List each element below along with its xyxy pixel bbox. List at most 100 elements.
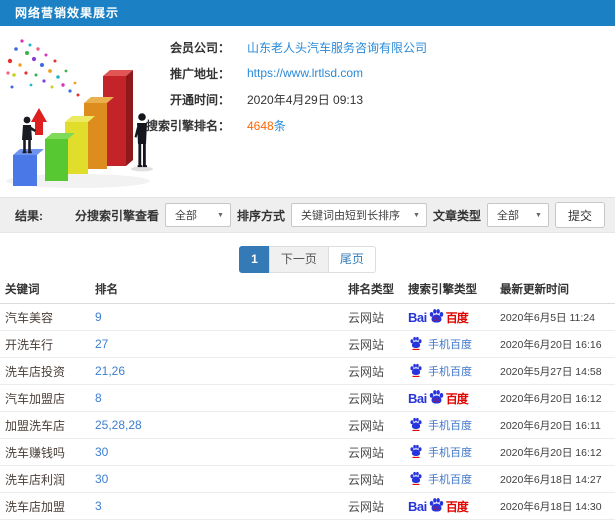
keyword-text: 洗车店投资 <box>5 364 66 379</box>
rank-type-text: 云网站 <box>348 499 385 514</box>
promo-url-link[interactable]: https://www.lrtlsd.com <box>247 66 363 80</box>
baidu-paw-icon <box>410 471 422 485</box>
table-row: 汽车加盟店 8 云网站 Bai du 百度 2020年6月20日 16:12 <box>0 385 615 412</box>
keyword-text: 开洗车行 <box>5 337 54 352</box>
keyword-text: 汽车美容 <box>5 310 54 325</box>
engine-rank-value: 4648条 <box>247 117 286 134</box>
results-table: 关键词 排名 排名类型 搜索引擎类型 最新更新时间 汽车美容 9 云网站 Bai du 百… <box>0 274 615 520</box>
baidu-mobile-label: 手机百度 <box>428 339 472 351</box>
filter-bar: 结果: 分搜索引擎查看 全部 ▼ 排序方式 关键词由短到长排序 ▼ 文章类型 全… <box>0 197 615 233</box>
updated-time-text: 2020年6月18日 14:30 <box>500 500 602 513</box>
table-row: 洗车店加盟 3 云网站 Bai du 百度 2020年6月18日 14:30 <box>0 493 615 520</box>
rank-link[interactable]: 3 <box>95 499 348 513</box>
baidu-logo-cn: 百度 <box>445 499 469 514</box>
member-company-link[interactable]: 山东老人头汽车服务咨询有限公司 <box>247 39 427 56</box>
open-time-value: 2020年4月29日 09:13 <box>247 92 364 107</box>
article-type-select[interactable]: 全部 ▼ <box>486 203 549 227</box>
baidu-mobile-logo: 手机百度 <box>408 336 500 352</box>
rank-link[interactable]: 27 <box>95 337 348 351</box>
baidu-paw-icon: du <box>429 497 443 511</box>
company-info: 会员公司： 山东老人头汽车服务咨询有限公司 推广地址： https://www.… <box>0 34 615 138</box>
updated-time-text: 2020年5月27日 14:58 <box>500 365 602 378</box>
header-bar: 网络营销效果展示 <box>0 0 615 26</box>
header-rank: 排名 <box>95 283 118 296</box>
header-updated: 最新更新时间 <box>500 283 569 296</box>
baidu-paw-icon: du <box>429 308 443 322</box>
table-row: 加盟洗车店 25,28,28 云网站 手机百度 2020年6月20日 16:11 <box>0 412 615 439</box>
rank-type-text: 云网站 <box>348 364 385 379</box>
table-row: 洗车店利润 30 云网站 手机百度 2020年6月18日 14:27 <box>0 466 615 493</box>
baidu-paw-icon <box>410 417 422 431</box>
engine-view-selected-value: 全部 <box>174 210 197 222</box>
next-page-button[interactable]: 下一页 <box>268 246 329 273</box>
rank-link[interactable]: 30 <box>95 445 348 459</box>
baidu-logo: Bai du 百度 <box>408 389 500 407</box>
rank-type-text: 云网站 <box>348 418 385 433</box>
table-row: 洗车赚钱吗 30 云网站 手机百度 2020年6月20日 16:12 <box>0 439 615 466</box>
sort-mode-selected-value: 关键词由短到长排序 <box>300 210 400 222</box>
baidu-logo-latin: Bai <box>408 309 427 325</box>
chevron-down-icon: ▼ <box>217 211 224 219</box>
baidu-mobile-logo: 手机百度 <box>408 444 500 460</box>
svg-text:du: du <box>433 397 441 403</box>
baidu-mobile-logo: 手机百度 <box>408 363 500 379</box>
rank-link[interactable]: 8 <box>95 391 348 405</box>
engine-view-select[interactable]: 全部 ▼ <box>164 203 231 227</box>
submit-button[interactable]: 提交 <box>554 202 605 228</box>
baidu-paw-icon <box>410 444 422 458</box>
keyword-text: 洗车店加盟 <box>5 499 66 514</box>
rank-link[interactable]: 30 <box>95 472 348 486</box>
engine-rank-label: 搜索引擎排名： <box>145 118 230 133</box>
sort-mode-label: 排序方式 <box>236 208 285 223</box>
rank-type-text: 云网站 <box>348 391 385 406</box>
svg-text:du: du <box>433 505 441 511</box>
baidu-mobile-label: 手机百度 <box>428 366 472 378</box>
rank-type-text: 云网站 <box>348 337 385 352</box>
filter-controls: 分搜索引擎查看 全部 ▼ 排序方式 关键词由短到长排序 ▼ 文章类型 全部 ▼ … <box>75 202 605 228</box>
baidu-paw-icon: du <box>429 389 443 403</box>
article-type-label: 文章类型 <box>432 208 481 223</box>
baidu-logo: Bai du 百度 <box>408 308 500 326</box>
rank-count-number: 4648 <box>247 118 274 133</box>
updated-time-text: 2020年6月20日 16:11 <box>500 419 601 432</box>
baidu-logo-latin: Bai <box>408 390 427 406</box>
baidu-logo-latin: Bai <box>408 498 427 514</box>
updated-time-text: 2020年6月20日 16:12 <box>500 392 602 405</box>
header-engine-type: 搜索引擎类型 <box>408 283 477 296</box>
rank-link[interactable]: 9 <box>95 310 348 324</box>
table-row: 洗车店投资 21,26 云网站 手机百度 2020年5月27日 14:58 <box>0 358 615 385</box>
page-button-current[interactable]: 1 <box>239 246 270 273</box>
baidu-mobile-label: 手机百度 <box>428 420 472 432</box>
info-row-rank-count: 搜索引擎排名： 4648条 <box>0 112 615 138</box>
updated-time-text: 2020年6月20日 16:12 <box>500 446 602 459</box>
rank-link[interactable]: 21,26 <box>95 364 348 378</box>
rank-type-text: 云网站 <box>348 445 385 460</box>
baidu-mobile-logo: 手机百度 <box>408 417 500 433</box>
article-type-selected-value: 全部 <box>496 210 519 222</box>
info-section: 会员公司： 山东老人头汽车服务咨询有限公司 推广地址： https://www.… <box>0 26 615 197</box>
updated-time-text: 2020年6月5日 11:24 <box>500 311 595 324</box>
promo-url-label: 推广地址： <box>169 66 230 81</box>
table-header-row: 关键词 排名 排名类型 搜索引擎类型 最新更新时间 <box>0 274 615 304</box>
baidu-logo-cn: 百度 <box>445 391 469 406</box>
info-row-member: 会员公司： 山东老人头汽车服务咨询有限公司 <box>0 34 615 60</box>
updated-time-text: 2020年6月20日 16:16 <box>500 338 602 351</box>
rank-type-text: 云网站 <box>348 310 385 325</box>
table-body: 汽车美容 9 云网站 Bai du 百度 2020年6月5日 11:24 开洗车行 27 云网站手… <box>0 304 615 520</box>
header-rank-type: 排名类型 <box>348 283 394 296</box>
baidu-logo-cn: 百度 <box>445 310 469 325</box>
pagination: 1 下一页 尾页 <box>0 246 615 273</box>
svg-text:du: du <box>433 316 441 322</box>
baidu-paw-icon <box>410 363 422 377</box>
sort-mode-select[interactable]: 关键词由短到长排序 ▼ <box>290 203 427 227</box>
page: 网络营销效果展示 会员公司： 山东老人头汽车服务咨询有限公司 推广地址： htt… <box>0 0 615 520</box>
open-time-label: 开通时间： <box>169 92 230 107</box>
updated-time-text: 2020年6月18日 14:27 <box>500 473 602 486</box>
keyword-text: 洗车店利润 <box>5 472 66 487</box>
last-page-button[interactable]: 尾页 <box>327 246 376 273</box>
header-keyword: 关键词 <box>5 283 40 296</box>
baidu-mobile-logo: 手机百度 <box>408 471 500 487</box>
rank-type-text: 云网站 <box>348 472 385 487</box>
keyword-text: 加盟洗车店 <box>5 418 66 433</box>
rank-link[interactable]: 25,28,28 <box>95 418 348 432</box>
